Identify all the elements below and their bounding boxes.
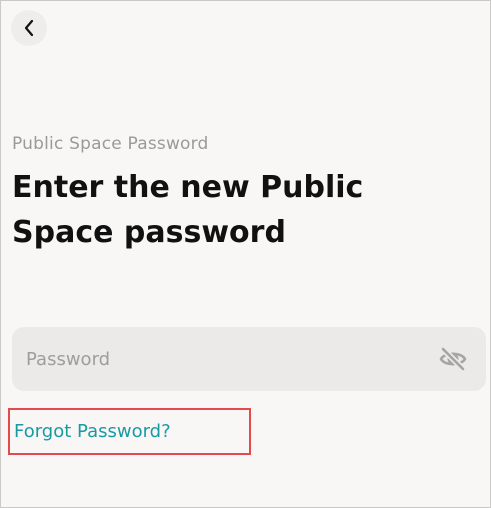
password-field-container bbox=[12, 327, 486, 391]
page-title: Enter the new Public Space password bbox=[12, 170, 364, 250]
forgot-password-link[interactable]: Forgot Password? bbox=[14, 421, 171, 442]
app-screen: Public Space Password Enter the new Publ… bbox=[0, 0, 491, 508]
eye-off-icon[interactable] bbox=[438, 345, 468, 373]
password-input[interactable] bbox=[26, 327, 426, 391]
forgot-password-highlight: Forgot Password? bbox=[8, 408, 251, 455]
back-button[interactable] bbox=[11, 10, 47, 46]
chevron-left-icon bbox=[24, 19, 34, 37]
section-subtitle: Public Space Password bbox=[12, 134, 209, 154]
